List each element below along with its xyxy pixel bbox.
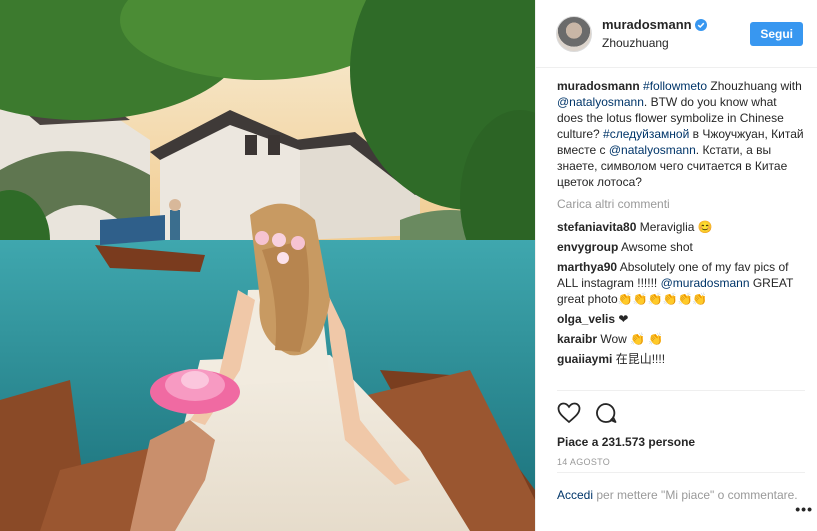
verified-badge-icon xyxy=(694,18,707,35)
comment-text: ❤ xyxy=(615,312,629,326)
comment-icon[interactable] xyxy=(595,402,617,427)
follow-button[interactable]: Segui xyxy=(750,21,803,46)
comment-item: karaibr Wow 👏 👏 xyxy=(557,331,805,347)
caption-mention[interactable]: @natalyosmann xyxy=(609,143,696,157)
post-photo[interactable] xyxy=(0,0,535,531)
comment-item: envygroup Awsome shot xyxy=(557,239,805,255)
location-link[interactable]: Zhouzhuang xyxy=(602,35,750,51)
login-text: per mettere "Mi piace" o commentare. xyxy=(593,488,798,502)
comment-username[interactable]: envygroup xyxy=(557,240,618,254)
comment-text: Awsome shot xyxy=(618,240,693,254)
comment-item: stefaniavita80 Meraviglia 😊 xyxy=(557,219,805,235)
caption-mention[interactable]: @natalyosmann xyxy=(557,95,644,109)
comments-list: muradosmann #followmeto Zhouzhuang with … xyxy=(557,78,805,390)
likes-count[interactable]: Piace a 231.573 persone xyxy=(557,435,805,449)
author-username[interactable]: muradosmann xyxy=(602,17,692,32)
comment-item: olga_velis ❤ xyxy=(557,311,805,327)
more-options-icon[interactable]: ••• xyxy=(795,501,813,517)
login-prompt: Accedi per mettere "Mi piace" o commenta… xyxy=(557,472,805,503)
caption-text: Zhouzhuang with xyxy=(707,79,802,93)
comment-username[interactable]: karaibr xyxy=(557,332,597,346)
login-link[interactable]: Accedi xyxy=(557,488,593,502)
comment-text: Wow 👏 👏 xyxy=(597,332,664,346)
post-side-panel: muradosmann Zhouzhuang Segui muradosmann… xyxy=(535,0,817,531)
canal-photo-illustration xyxy=(0,0,535,531)
caption-hashtag[interactable]: #followmeto xyxy=(643,79,707,93)
caption-username[interactable]: muradosmann xyxy=(557,79,640,93)
comment-item: marthya90 Absolutely one of my fav pics … xyxy=(557,259,805,307)
post-date: 14 AGOSTO xyxy=(557,457,611,467)
heart-icon[interactable] xyxy=(557,402,581,427)
post-actions: Piace a 231.573 persone 14 AGOSTO xyxy=(557,390,805,467)
post-header: muradosmann Zhouzhuang Segui xyxy=(536,0,817,68)
comment-username[interactable]: marthya90 xyxy=(557,260,617,274)
comment-item: guaiiaymi 在昆山!!!! xyxy=(557,351,805,367)
avatar[interactable] xyxy=(556,15,592,52)
instagram-post: muradosmann Zhouzhuang Segui muradosmann… xyxy=(0,0,817,531)
comment-username[interactable]: guaiiaymi xyxy=(557,352,612,366)
comment-username[interactable]: stefaniavita80 xyxy=(557,220,636,234)
comment-mention[interactable]: @muradosmann xyxy=(661,276,750,290)
comment-text: Meraviglia 😊 xyxy=(636,220,713,234)
action-icons xyxy=(557,401,805,427)
load-more-comments[interactable]: Carica altri commenti xyxy=(557,196,805,212)
author-info: muradosmann Zhouzhuang xyxy=(602,17,750,51)
comment-username[interactable]: olga_velis xyxy=(557,312,615,326)
caption: muradosmann #followmeto Zhouzhuang with … xyxy=(557,78,805,190)
comment-text: 在昆山!!!! xyxy=(612,352,666,366)
caption-hashtag-ru[interactable]: #следуйзамной xyxy=(603,127,689,141)
